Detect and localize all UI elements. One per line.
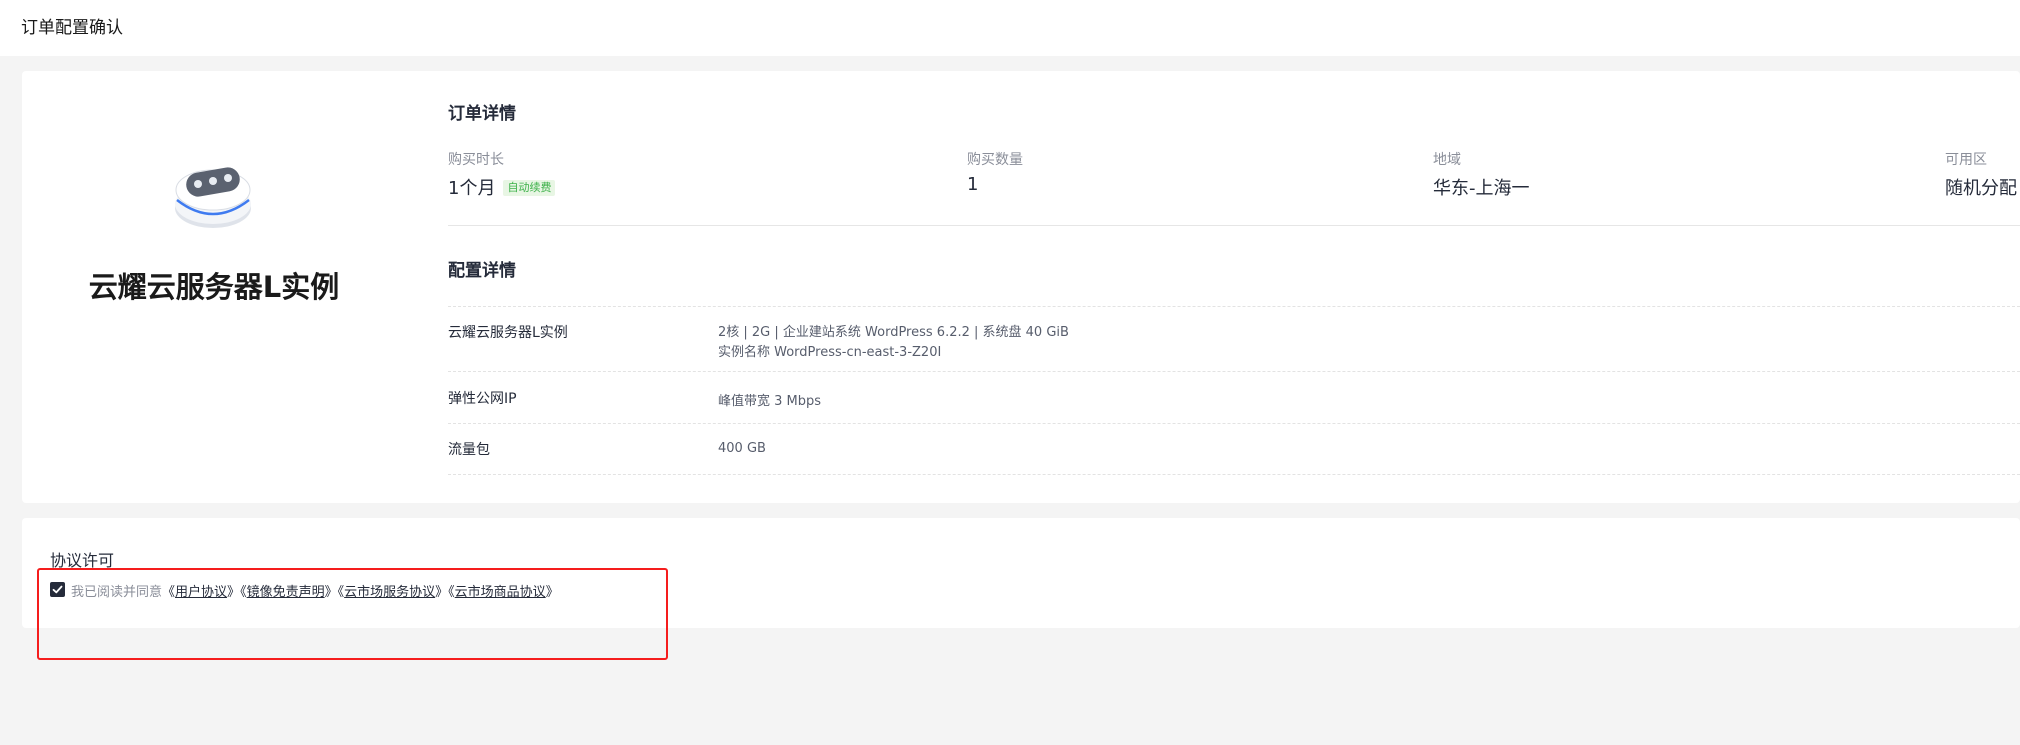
duration-value: 1个月 自动续费	[448, 174, 556, 200]
config-row-divider	[448, 306, 2020, 307]
quantity-label: 购买数量	[967, 152, 1023, 168]
duration-label: 购买时长	[448, 152, 504, 168]
auto-renew-badge: 自动续费	[503, 180, 556, 196]
server-box-icon	[175, 167, 251, 228]
highlight-box	[37, 568, 668, 660]
config-row-name: 流量包	[448, 442, 490, 458]
order-details-title: 订单详情	[448, 104, 516, 124]
zone-label: 可用区	[1945, 152, 1987, 168]
config-row-spec: 2核 | 2G | 企业建站系统 WordPress 6.2.2 | 系统盘 4…	[718, 325, 1069, 340]
duration-text: 1个月	[448, 178, 496, 199]
product-name: 云耀云服务器L实例	[88, 270, 340, 304]
divider	[448, 225, 2020, 226]
quantity-value: 1	[967, 174, 979, 195]
region-label: 地域	[1433, 152, 1461, 168]
page-title: 订单配置确认	[21, 18, 123, 38]
config-row-instance-name: 实例名称 WordPress-cn-east-3-Z20I	[718, 345, 942, 360]
region-value: 华东-上海一	[1433, 178, 1530, 199]
config-row-divider	[448, 371, 2020, 372]
config-row-spec: 峰值带宽 3 Mbps	[718, 394, 822, 409]
config-row-spec: 400 GB	[718, 441, 766, 456]
config-row-divider	[448, 474, 2020, 475]
zone-value: 随机分配	[1945, 178, 2017, 199]
config-details-title: 配置详情	[448, 261, 516, 281]
config-row-name: 弹性公网IP	[448, 391, 517, 407]
config-row-divider	[448, 423, 2020, 424]
config-row-name: 云耀云服务器L实例	[448, 325, 568, 341]
top-bar: 订单配置确认	[0, 0, 2020, 56]
